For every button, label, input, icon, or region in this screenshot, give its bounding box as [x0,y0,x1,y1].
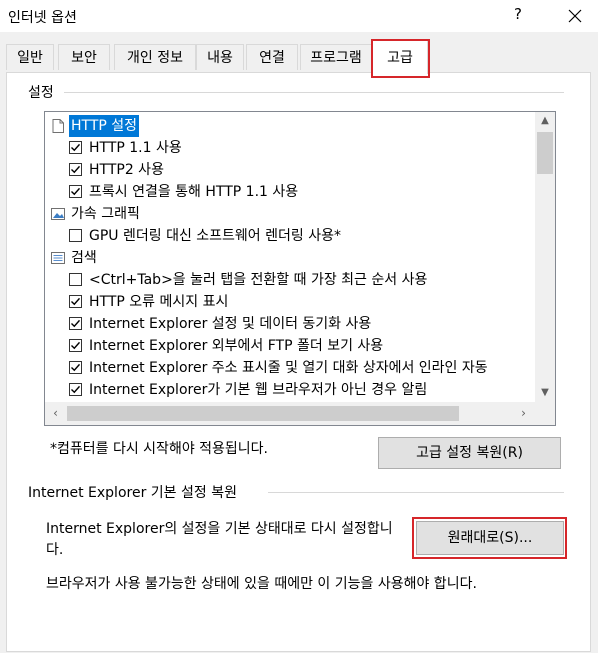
reset-advanced-settings-button[interactable]: 고급 설정 복원(R) [378,437,561,469]
checkmark-icon [71,187,81,196]
option-checkbox[interactable] [69,361,82,374]
settings-group-label: 설정 [28,82,60,102]
tab-connections[interactable]: 연결 [246,44,298,70]
option-checkbox[interactable] [69,339,82,352]
scroll-right-icon[interactable]: › [515,402,532,425]
option-label: Internet Explorer가 기본 웹 브라우저가 아닌 경우 알림 [89,382,428,398]
checkmark-icon [71,297,81,306]
checkmark-icon [71,341,81,350]
option-checkbox[interactable] [69,141,82,154]
horizontal-scrollbar[interactable]: ‹ › [45,402,535,425]
scroll-up-icon[interactable]: ▲ [535,112,555,129]
tab-security[interactable]: 보안 [58,44,110,70]
image-icon [51,208,65,220]
help-button[interactable]: ? [508,5,528,27]
settings-tree: HTTP 설정 HTTP 1.1 사용 HTTP2 사용 프록시 연결을 통해 … [45,112,535,402]
option-label: HTTP 1.1 사용 [89,140,182,156]
tab-privacy[interactable]: 개인 정보 [114,44,196,70]
settings-list[interactable]: HTTP 설정 HTTP 1.1 사용 HTTP2 사용 프록시 연결을 통해 … [44,111,556,426]
vertical-scrollbar[interactable]: ▲ ▼ [535,112,555,402]
vertical-scroll-thumb[interactable] [537,132,553,174]
scroll-down-icon[interactable]: ▼ [535,384,555,401]
ie-reset-group-divider [268,492,564,493]
page-icon [52,119,64,133]
ie-reset-warning: 브라우저가 사용 불가능한 상태에 있을 때에만 이 기능을 사용해야 합니다. [46,576,477,592]
restore-defaults-button[interactable]: 원래대로(S)... [416,521,564,555]
settings-category-label: HTTP 설정 [69,115,140,137]
window-title: 인터넷 옵션 [8,10,77,26]
option-checkbox[interactable] [69,383,82,396]
option-checkbox[interactable] [69,273,82,286]
ie-reset-description: Internet Explorer의 설정을 기본 상태대로 다시 설정합니다. [46,521,393,558]
restart-note: *컴퓨터를 다시 시작해야 적용됩니다. [50,441,268,457]
option-label: Internet Explorer 외부에서 FTP 폴더 보기 사용 [89,338,384,354]
option-checkbox[interactable] [69,185,82,198]
option-label: GPU 렌더링 대신 소프트웨어 렌더링 사용* [89,228,341,244]
settings-group-divider [64,92,564,93]
list-icon [51,252,65,264]
checkmark-icon [71,385,81,394]
option-label: 프록시 연결을 통해 HTTP 1.1 사용 [89,184,299,200]
scroll-left-icon[interactable]: ‹ [47,402,64,425]
checkmark-icon [71,165,81,174]
tab-general[interactable]: 일반 [6,44,54,70]
option-label: Internet Explorer 주소 표시줄 및 열기 대화 상자에서 인라… [89,360,488,376]
option-label: HTTP2 사용 [89,162,164,178]
checkmark-icon [71,319,81,328]
title-bar: 인터넷 옵션 ? [0,0,598,32]
tab-advanced[interactable]: 고급 [372,40,428,74]
ie-reset-group-label: Internet Explorer 기본 설정 복원 [28,482,243,502]
option-label: Internet Explorer 설정 및 데이터 동기화 사용 [89,316,372,332]
option-checkbox[interactable] [69,317,82,330]
close-icon [568,9,582,23]
close-button[interactable] [560,2,590,30]
settings-category-label: 검색 [71,250,97,266]
scrollbar-corner [535,402,555,425]
option-checkbox[interactable] [69,163,82,176]
settings-category-label: 가속 그래픽 [71,206,140,222]
tab-programs[interactable]: 프로그램 [300,44,372,70]
tab-content[interactable]: 내용 [196,44,244,70]
checkmark-icon [71,143,81,152]
option-label: HTTP 오류 메시지 표시 [89,294,229,310]
checkmark-icon [71,363,81,372]
option-checkbox[interactable] [69,295,82,308]
option-checkbox[interactable] [69,229,82,242]
option-label: <Ctrl+Tab>을 눌러 탭을 전환할 때 가장 최근 순서 사용 [89,272,428,288]
horizontal-scroll-thumb[interactable] [67,406,459,421]
